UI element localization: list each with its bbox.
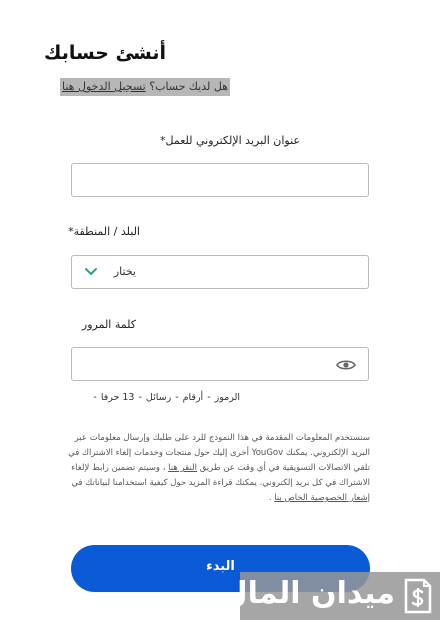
hint-length: 13 حرفا: [100, 392, 135, 403]
login-prompt-text: هل لديك حساب؟: [149, 80, 228, 93]
password-label: كلمة المرور: [81, 318, 136, 331]
watermark-text: ميدان المال: [221, 576, 395, 611]
privacy-notice-link[interactable]: إشعار الخصوصية الخاص بنا: [274, 493, 370, 503]
hint-separator: -: [138, 392, 142, 403]
hint-symbols: الرموز: [214, 392, 240, 403]
email-field[interactable]: [72, 164, 368, 196]
password-requirements: الرموز-أرقام-رسائل-13 حرفا-: [89, 392, 240, 403]
signup-page: أنشئ حسابك هل لديك حساب؟ تسجيل الدخول هن…: [0, 0, 440, 620]
dollar-document-icon: [404, 578, 432, 614]
country-label: البلد / المنطقة*: [68, 225, 140, 238]
disclaimer-text-3: .: [268, 493, 272, 503]
eye-icon[interactable]: [336, 358, 356, 372]
hint-separator: -: [93, 392, 97, 403]
country-selected-value: يختار: [113, 265, 136, 278]
password-field-box: [71, 347, 369, 381]
hint-separator: -: [207, 392, 211, 403]
page-title: أنشئ حسابك: [44, 42, 166, 64]
chevron-down-icon: [85, 268, 97, 275]
email-label: عنوان البريد الإلكتروني للعمل*: [160, 134, 300, 147]
country-select[interactable]: يختار: [71, 255, 369, 289]
hint-separator: -: [175, 392, 179, 403]
login-prompt: هل لديك حساب؟ تسجيل الدخول هنا: [60, 78, 230, 96]
password-field[interactable]: [72, 348, 368, 380]
email-field-box: [71, 163, 369, 197]
start-button-label: البدء: [206, 559, 235, 574]
hint-numbers: أرقام: [182, 392, 204, 403]
hint-letters: رسائل: [145, 392, 172, 403]
login-link[interactable]: تسجيل الدخول هنا: [62, 80, 146, 93]
watermark: ميدان المال: [222, 572, 440, 620]
privacy-disclaimer: سنستخدم المعلومات المقدمة في هذا النموذج…: [65, 431, 370, 506]
unsubscribe-link[interactable]: النقر هنا: [168, 463, 197, 473]
